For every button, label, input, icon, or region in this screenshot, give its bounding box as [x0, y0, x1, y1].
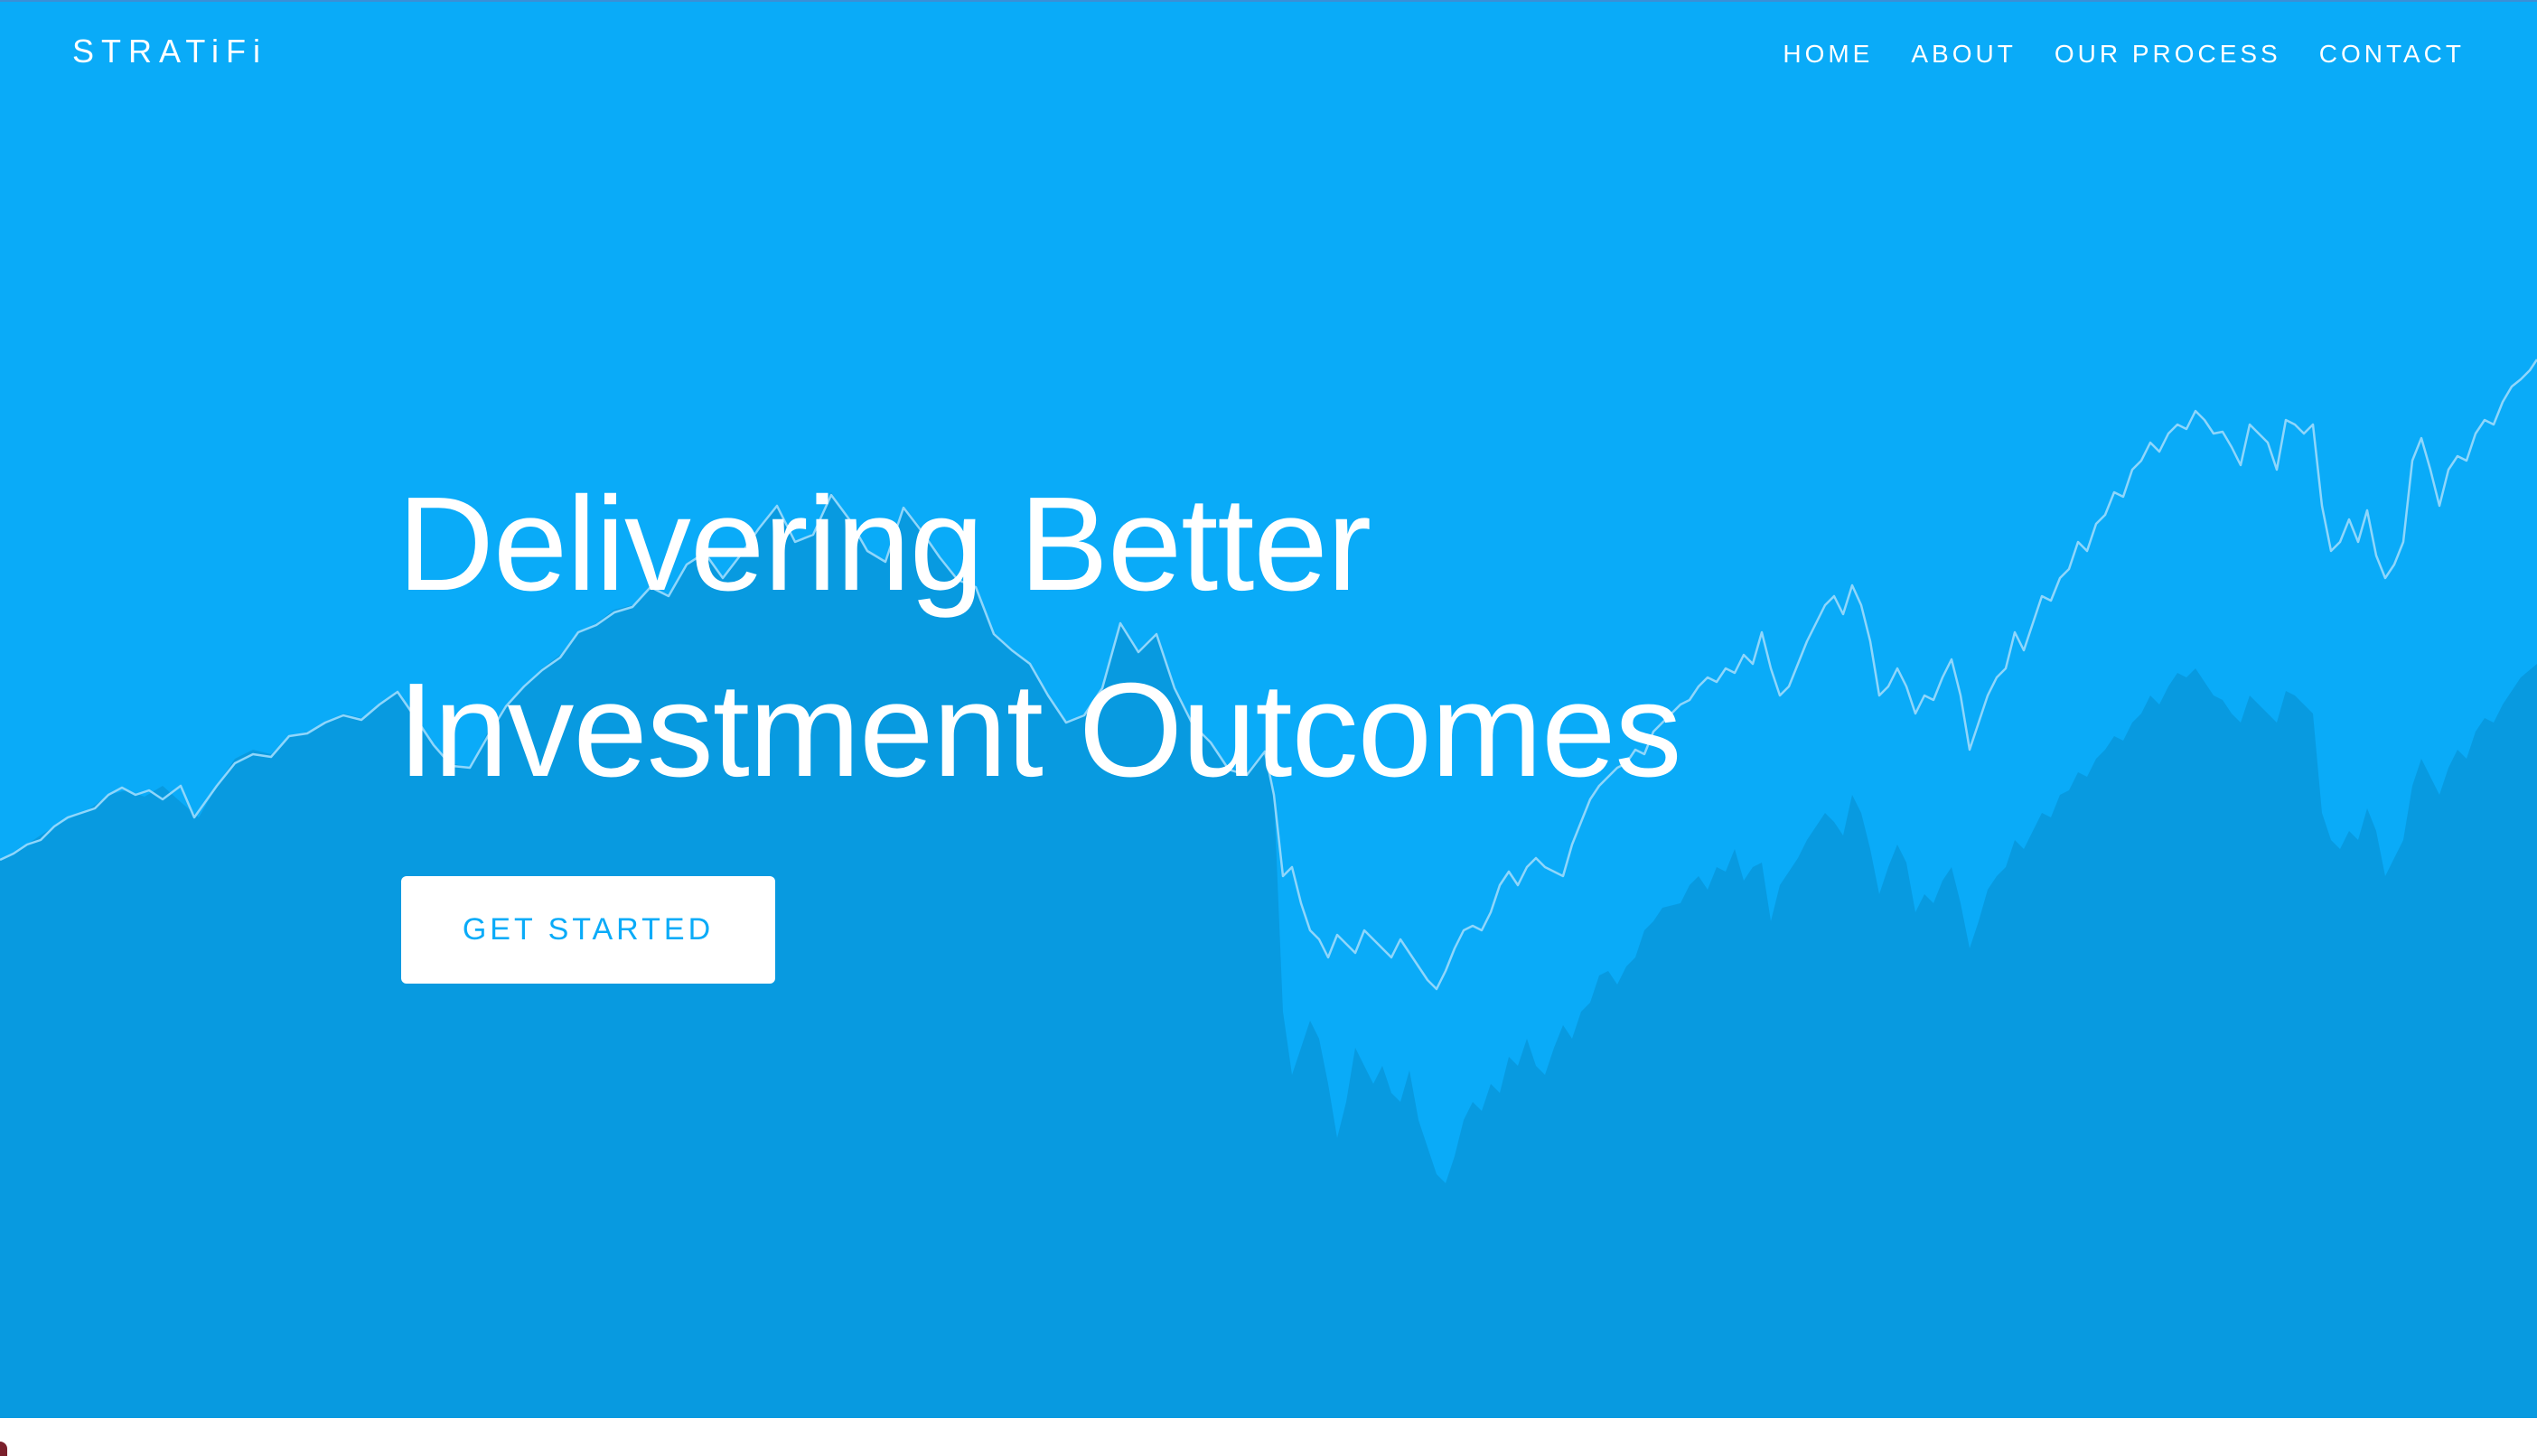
page-content-start [0, 1418, 2537, 1456]
hero-headline-line-1: Delivering Better [398, 470, 1371, 619]
brand-logo[interactable]: STRATiFi [72, 33, 267, 70]
get-started-button[interactable]: GET STARTED [401, 876, 775, 984]
hero-section: STRATiFi HOME ABOUT OUR PROCESS CONTACT … [0, 0, 2537, 1418]
main-nav: HOME ABOUT OUR PROCESS CONTACT [1783, 40, 2465, 69]
hero-headline: Delivering Better Investment Outcomes [398, 452, 1681, 824]
hero-headline-line-2: Investment Outcomes [398, 656, 1681, 805]
nav-item-about[interactable]: ABOUT [1911, 40, 2016, 69]
nav-item-our-process[interactable]: OUR PROCESS [2055, 40, 2281, 69]
nav-item-home[interactable]: HOME [1783, 40, 1873, 69]
nav-item-contact[interactable]: CONTACT [2319, 40, 2465, 69]
